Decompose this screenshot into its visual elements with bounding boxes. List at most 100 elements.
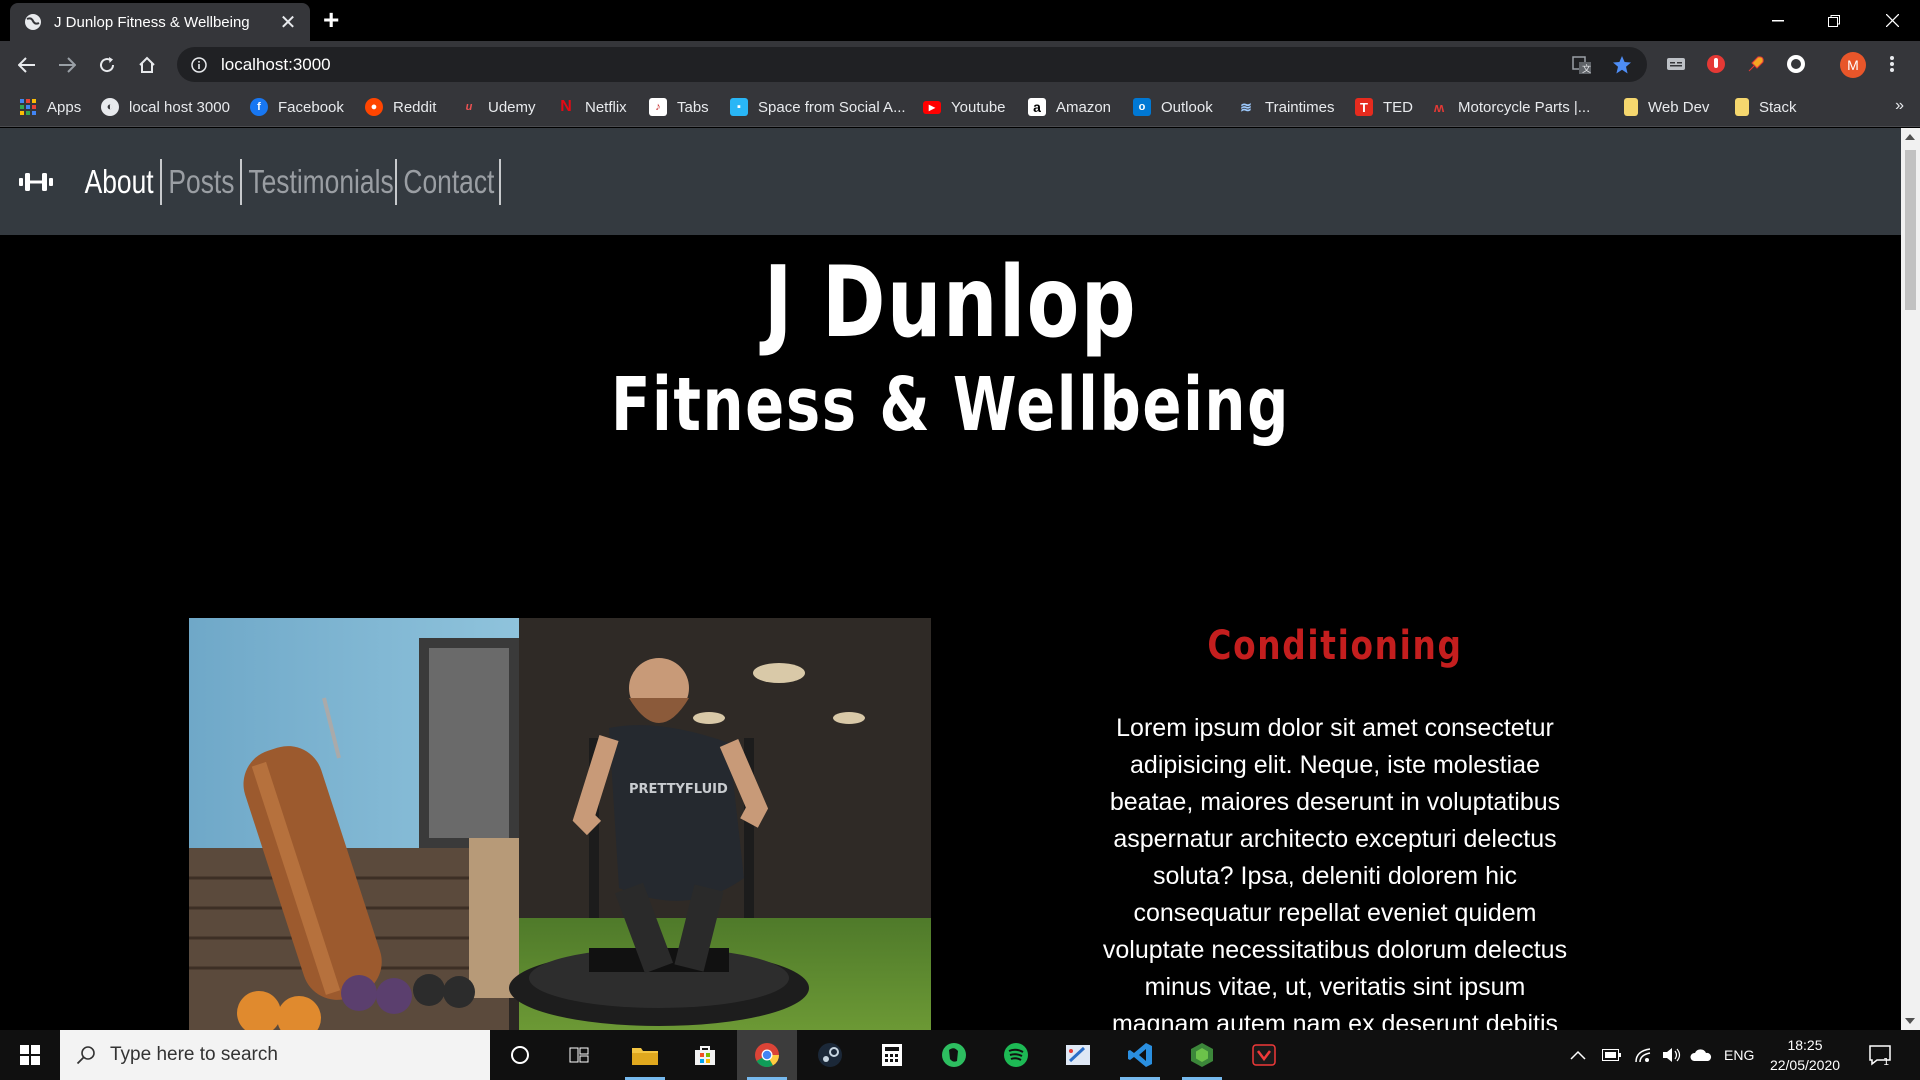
minimize-button[interactable]: [1750, 0, 1806, 41]
hero-subtitle: Fitness & Wellbeing: [611, 362, 1290, 448]
extension-red-hand-icon[interactable]: [1704, 52, 1728, 76]
browser-tab-active[interactable]: J Dunlop Fitness & Wellbeing ✕: [10, 3, 310, 41]
scroll-down-icon[interactable]: [1905, 1018, 1915, 1024]
bookmark-label: Stack: [1759, 98, 1797, 116]
reload-icon: [100, 57, 115, 73]
hero-header: J Dunlop Fitness & Wellbeing: [0, 235, 1901, 453]
hero-title: J Dunlop: [763, 246, 1138, 360]
page-scrollbar[interactable]: [1901, 128, 1920, 1030]
profile-avatar[interactable]: M: [1840, 52, 1866, 78]
back-arrow-icon: [18, 57, 35, 73]
extension-cc-icon[interactable]: [1664, 52, 1688, 76]
windows-taskbar: Type here to search ENG 18:25 22/05/2020…: [0, 1030, 1920, 1080]
bookmark-facebook[interactable]: f Facebook: [250, 95, 344, 119]
taskbar-clock[interactable]: 18:25 22/05/2020: [1760, 1035, 1850, 1075]
bookmark-label: local host 3000: [129, 98, 230, 116]
chrome-icon[interactable]: [737, 1030, 797, 1080]
bookmark-traintimes[interactable]: ≋ Traintimes: [1237, 95, 1334, 119]
onedrive-icon[interactable]: [1690, 1030, 1712, 1080]
facebook-icon: f: [250, 98, 268, 116]
windows-logo-icon: [20, 1045, 40, 1065]
nav-links: About Posts Testimonials Contact: [83, 158, 501, 205]
taskbar-search[interactable]: Type here to search: [60, 1030, 490, 1080]
restore-button[interactable]: [1806, 0, 1862, 41]
volume-icon[interactable]: [1662, 1030, 1682, 1080]
start-button[interactable]: [0, 1030, 60, 1080]
tabs-icon: ♪: [649, 98, 667, 116]
extension-rocket-icon[interactable]: [1744, 52, 1768, 76]
forward-arrow-icon: [59, 57, 76, 73]
translate-icon[interactable]: 文: [1572, 47, 1592, 82]
nav-posts[interactable]: Posts: [162, 158, 242, 205]
notifications-icon[interactable]: 1: [1868, 1030, 1892, 1080]
language-indicator[interactable]: ENG: [1724, 1030, 1754, 1080]
bookmark-youtube[interactable]: ▶ Youtube: [923, 95, 1006, 119]
apps-grid-icon: [19, 98, 37, 116]
bookmark-motorcycle[interactable]: ʍ Motorcycle Parts |...: [1430, 95, 1590, 119]
new-tab-button[interactable]: +: [323, 5, 339, 35]
battery-icon[interactable]: [1602, 1030, 1622, 1080]
address-bar[interactable]: localhost:3000 文: [177, 47, 1647, 82]
nav-testimonials-label: Testimonials: [248, 162, 394, 200]
bookmark-netflix[interactable]: N Netflix: [557, 95, 626, 119]
store-icon[interactable]: [675, 1030, 735, 1080]
extension-circle-icon[interactable]: [1784, 52, 1808, 76]
clock-time: 18:25: [1787, 1037, 1823, 1053]
reddit-icon: ●: [365, 98, 383, 116]
window-close-button[interactable]: [1864, 0, 1920, 41]
tab-close-icon[interactable]: ✕: [278, 10, 298, 35]
wifi-icon[interactable]: [1634, 1030, 1652, 1080]
svg-text:文: 文: [1582, 63, 1591, 75]
node-icon[interactable]: [1172, 1030, 1232, 1080]
nav-contact-label: Contact: [403, 162, 495, 200]
info-icon[interactable]: [191, 56, 207, 73]
cortana-icon[interactable]: [490, 1030, 550, 1080]
bookmark-apps[interactable]: Apps: [19, 95, 81, 119]
search-placeholder: Type here to search: [110, 1044, 278, 1065]
vivaldi-icon[interactable]: [1234, 1030, 1294, 1080]
nav-testimonials[interactable]: Testimonials: [242, 158, 397, 205]
bookmark-reddit[interactable]: ● Reddit: [365, 95, 436, 119]
scroll-up-icon[interactable]: [1905, 134, 1915, 140]
bookmark-localhost[interactable]: ◐ local host 3000: [101, 95, 230, 119]
dumbbell-icon[interactable]: [19, 170, 53, 194]
bookmark-label: Tabs: [677, 98, 709, 116]
bookmark-space[interactable]: ▪ Space from Social A...: [730, 95, 906, 119]
bookmark-label: TED: [1383, 98, 1413, 116]
bookmark-star-icon[interactable]: [1612, 47, 1632, 82]
scrollbar-thumb[interactable]: [1905, 150, 1916, 310]
bookmark-udemy[interactable]: u Udemy: [460, 95, 536, 119]
forward-button[interactable]: [53, 51, 81, 79]
reload-button[interactable]: [93, 51, 121, 79]
bookmark-folder-webdev[interactable]: Web Dev: [1624, 95, 1709, 119]
nav-about[interactable]: About: [83, 158, 162, 205]
evernote-icon[interactable]: [924, 1030, 984, 1080]
search-icon: [76, 1046, 95, 1065]
menu-kebab-icon[interactable]: [1880, 52, 1904, 76]
page-viewport: About Posts Testimonials Contact J Dunlo…: [0, 128, 1901, 1030]
vscode-icon[interactable]: [1110, 1030, 1170, 1080]
udemy-icon: u: [465, 101, 473, 113]
back-button[interactable]: [13, 51, 41, 79]
bookmark-ted[interactable]: T TED: [1355, 95, 1413, 119]
file-explorer-icon[interactable]: [615, 1030, 675, 1080]
home-button[interactable]: [133, 51, 161, 79]
nav-contact[interactable]: Contact: [397, 158, 501, 205]
steam-icon[interactable]: [800, 1030, 860, 1080]
tray-chevron-icon[interactable]: [1570, 1030, 1586, 1080]
bookmark-outlook[interactable]: o Outlook: [1133, 95, 1213, 119]
folder-icon: [1624, 98, 1638, 116]
more-bookmarks-button[interactable]: »: [1895, 97, 1904, 115]
nav-posts-label: Posts: [168, 162, 235, 200]
paint-icon[interactable]: [1048, 1030, 1108, 1080]
spotify-icon[interactable]: [986, 1030, 1046, 1080]
task-view-icon[interactable]: [550, 1030, 610, 1080]
tab-title: J Dunlop Fitness & Wellbeing: [54, 13, 250, 31]
bookmark-folder-stack[interactable]: Stack: [1735, 95, 1797, 119]
bookmark-label: Motorcycle Parts |...: [1458, 98, 1591, 116]
bookmark-tabs[interactable]: ♪ Tabs: [649, 95, 709, 119]
calculator-icon[interactable]: [862, 1030, 922, 1080]
bookmark-amazon[interactable]: a Amazon: [1028, 95, 1111, 119]
bookmark-label: Traintimes: [1265, 98, 1335, 116]
folder-icon: [1735, 98, 1749, 116]
